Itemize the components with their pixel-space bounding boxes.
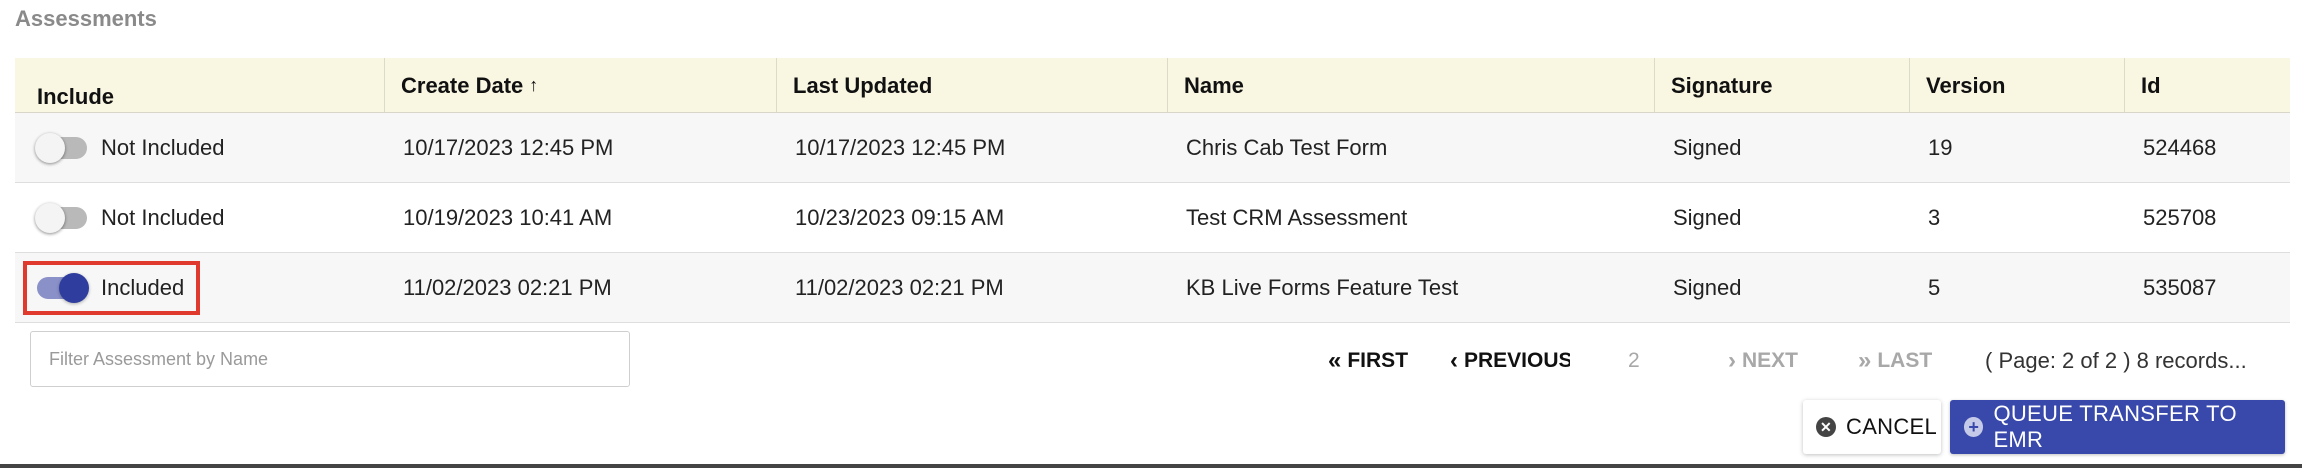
section-title: Assessments [15, 6, 157, 31]
header-create-date[interactable]: Create Date ↑ [385, 58, 777, 112]
signature-cell: Signed [1673, 204, 1742, 230]
include-cell: Not Included [15, 183, 385, 252]
include-cell: Not Included [15, 113, 385, 182]
header-include: Include [15, 58, 385, 112]
include-toggle-label: Not Included [101, 204, 225, 230]
include-toggle[interactable] [35, 202, 87, 233]
include-cell: Included [15, 253, 385, 322]
table-row: Included 11/02/2023 02:21 PM 11/02/2023 … [15, 253, 2290, 323]
header-last-updated[interactable]: Last Updated [777, 58, 1168, 112]
table-row: Not Included 10/17/2023 12:45 PM 10/17/2… [15, 113, 2290, 183]
signature-cell: Signed [1673, 274, 1742, 300]
include-toggle-wrapper: Not Included [27, 125, 237, 171]
id-cell: 535087 [2143, 274, 2217, 300]
first-page-label: FIRST [1347, 349, 1409, 372]
double-chevron-left-icon: « [1328, 347, 1342, 374]
header-create-date-label: Create Date [401, 73, 524, 98]
toggle-knob [35, 202, 65, 233]
create-date-cell: 11/02/2023 02:21 PM [403, 274, 612, 300]
queue-transfer-button-label: QUEUE TRANSFER TO EMR [1993, 401, 2237, 452]
queue-transfer-button[interactable]: + QUEUE TRANSFER TO EMR [1950, 400, 2285, 454]
sort-ascending-icon: ↑ [529, 75, 539, 95]
header-name[interactable]: Name [1168, 58, 1655, 112]
next-page-button[interactable]: › NEXT [1728, 347, 1798, 375]
next-page-label: NEXT [1742, 349, 1799, 372]
header-id[interactable]: Id [2125, 58, 2290, 112]
header-version[interactable]: Version [1910, 58, 2125, 112]
version-cell: 3 [1928, 204, 1941, 230]
plus-circle-icon: + [1964, 417, 1984, 437]
first-page-button[interactable]: « FIRST [1328, 347, 1408, 375]
page-number[interactable]: 2 [1628, 349, 1640, 373]
cancel-button[interactable]: ✕ CANCEL [1803, 400, 1941, 454]
last-page-button[interactable]: » LAST [1858, 347, 1932, 375]
chevron-left-icon: ‹ [1450, 347, 1458, 374]
header-signature[interactable]: Signature [1655, 58, 1910, 112]
include-toggle-wrapper: Not Included [27, 195, 237, 241]
last-updated-cell: 11/02/2023 02:21 PM [795, 274, 1004, 300]
previous-page-button[interactable]: ‹ PREVIOUS [1450, 347, 1570, 375]
include-toggle[interactable] [35, 132, 87, 163]
include-toggle[interactable] [37, 272, 89, 303]
pagination-info: ( Page: 2 of 2 ) 8 records... [1985, 348, 2247, 373]
bottom-divider [0, 464, 2302, 468]
toggle-knob [59, 272, 89, 303]
last-updated-cell: 10/17/2023 12:45 PM [795, 134, 1006, 160]
pagination: « FIRST ‹ PREVIOUS 2 › NEXT » LAST ( Pag… [0, 345, 2302, 377]
name-cell: Chris Cab Test Form [1186, 134, 1388, 160]
create-date-cell: 10/17/2023 12:45 PM [403, 134, 614, 160]
last-updated-cell: 10/23/2023 09:15 AM [795, 204, 1005, 230]
create-date-cell: 10/19/2023 10:41 AM [403, 204, 613, 230]
version-cell: 5 [1928, 274, 1941, 300]
last-page-label: LAST [1877, 349, 1933, 372]
include-toggle-wrapper-highlighted: Included [22, 260, 201, 315]
previous-page-label: PREVIOUS [1464, 349, 1570, 372]
toggle-knob [35, 132, 65, 163]
close-circle-icon: ✕ [1816, 417, 1836, 437]
cancel-button-label: CANCEL [1846, 414, 1938, 439]
table-row: Not Included 10/19/2023 10:41 AM 10/23/2… [15, 183, 2290, 253]
chevron-right-icon: › [1728, 347, 1736, 374]
id-cell: 524468 [2143, 134, 2217, 160]
assessments-table: Include Create Date ↑ Last Updated Name … [15, 58, 2290, 323]
include-toggle-label: Not Included [101, 134, 225, 160]
version-cell: 19 [1928, 134, 1953, 160]
name-cell: Test CRM Assessment [1186, 204, 1408, 230]
signature-cell: Signed [1673, 134, 1742, 160]
id-cell: 525708 [2143, 204, 2217, 230]
table-header: Include Create Date ↑ Last Updated Name … [15, 58, 2290, 113]
name-cell: KB Live Forms Feature Test [1186, 274, 1459, 300]
double-chevron-right-icon: » [1858, 347, 1872, 374]
include-toggle-label: Included [101, 274, 185, 300]
